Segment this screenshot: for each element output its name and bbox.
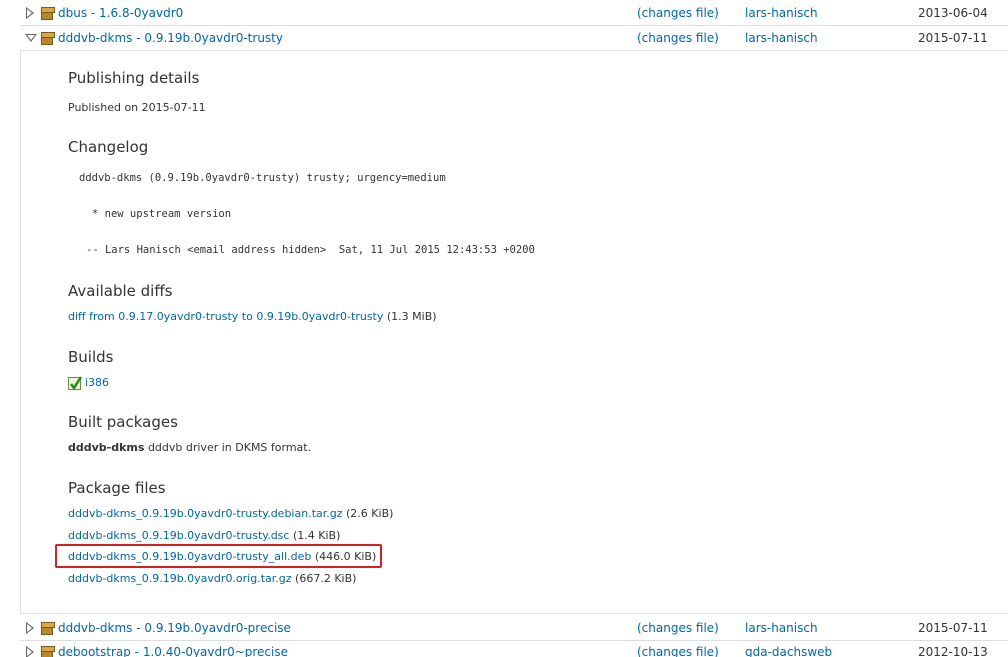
- uploader-link[interactable]: lars-hanisch: [745, 621, 818, 635]
- row-divider: [20, 50, 1008, 51]
- package-icon: [41, 7, 55, 20]
- published-on-text: Published on 2015-07-11: [68, 101, 206, 114]
- package-file-link[interactable]: dddvb-dkms_0.9.19b.0yavdr0-trusty.debian…: [68, 507, 343, 520]
- changes-file-link[interactable]: (changes file): [637, 31, 719, 45]
- detail-left-border: [20, 50, 21, 613]
- changelog-line: -- Lars Hanisch <email address hidden> S…: [86, 244, 535, 256]
- package-name-link[interactable]: debootstrap - 1.0.40-0yavdr0~precise: [58, 645, 288, 657]
- highlight-annotation-box: [55, 544, 382, 568]
- package-icon: [41, 646, 55, 657]
- available-diffs-heading: Available diffs: [68, 282, 173, 300]
- build-arch-link[interactable]: i386: [85, 376, 109, 389]
- package-files-heading: Package files: [68, 479, 166, 497]
- collapse-arrow-icon[interactable]: [25, 34, 37, 42]
- date-text: 2012-10-13: [918, 645, 988, 657]
- package-name-link[interactable]: dbus - 1.6.8-0yavdr0: [58, 6, 183, 20]
- uploader-link[interactable]: lars-hanisch: [745, 6, 818, 20]
- package-icon: [41, 622, 55, 635]
- package-name-link[interactable]: dddvb-dkms - 0.9.19b.0yavdr0-precise: [58, 621, 291, 635]
- package-file-size: (1.4 KiB): [292, 529, 341, 542]
- package-icon: [41, 32, 55, 45]
- built-package-entry: dddvb-dkms dddvb driver in DKMS format.: [68, 441, 311, 454]
- package-name-link[interactable]: dddvb-dkms - 0.9.19b.0yavdr0-trusty: [58, 31, 283, 45]
- built-package-desc: dddvb driver in DKMS format.: [147, 441, 312, 454]
- changes-file-link[interactable]: (changes file): [637, 645, 719, 657]
- package-file-entry: dddvb-dkms_0.9.19b.0yavdr0.orig.tar.gz (…: [68, 572, 356, 585]
- package-row[interactable]: dddvb-dkms - 0.9.19b.0yavdr0-precise (ch…: [0, 616, 1008, 640]
- date-text: 2013-06-04: [918, 6, 988, 20]
- changelog-line: * new upstream version: [92, 208, 232, 220]
- changes-file-link[interactable]: (changes file): [637, 621, 719, 635]
- date-text: 2015-07-11: [918, 621, 988, 635]
- built-packages-heading: Built packages: [68, 413, 178, 431]
- expand-arrow-icon[interactable]: [26, 7, 34, 19]
- package-file-link[interactable]: dddvb-dkms_0.9.19b.0yavdr0-trusty.dsc: [68, 529, 289, 542]
- diff-link[interactable]: diff from 0.9.17.0yavdr0-trusty to 0.9.1…: [68, 310, 383, 323]
- package-file-size: (667.2 KiB): [295, 572, 357, 585]
- build-success-icon: [68, 376, 83, 391]
- expand-arrow-icon[interactable]: [26, 646, 34, 657]
- uploader-link[interactable]: lars-hanisch: [745, 31, 818, 45]
- row-divider: [20, 613, 1008, 614]
- package-row[interactable]: debootstrap - 1.0.40-0yavdr0~precise (ch…: [0, 640, 1008, 657]
- builds-heading: Builds: [68, 348, 114, 366]
- package-row[interactable]: dbus - 1.6.8-0yavdr0 (changes file) lars…: [0, 1, 1008, 25]
- changes-file-link[interactable]: (changes file): [637, 6, 719, 20]
- package-row-expanded[interactable]: dddvb-dkms - 0.9.19b.0yavdr0-trusty (cha…: [0, 26, 1008, 50]
- built-package-name: dddvb-dkms: [68, 441, 145, 454]
- package-file-link[interactable]: dddvb-dkms_0.9.19b.0yavdr0.orig.tar.gz: [68, 572, 292, 585]
- expand-arrow-icon[interactable]: [26, 622, 34, 634]
- uploader-link[interactable]: gda-dachsweb: [745, 645, 832, 657]
- package-file-entry: dddvb-dkms_0.9.19b.0yavdr0-trusty.debian…: [68, 507, 393, 520]
- date-text: 2015-07-11: [918, 31, 988, 45]
- publishing-details-heading: Publishing details: [68, 69, 200, 87]
- diff-entry: diff from 0.9.17.0yavdr0-trusty to 0.9.1…: [68, 310, 437, 323]
- package-file-size: (2.6 KiB): [346, 507, 394, 520]
- changelog-heading: Changelog: [68, 138, 149, 156]
- changelog-line: dddvb-dkms (0.9.19b.0yavdr0-trusty) trus…: [79, 172, 446, 184]
- diff-size: (1.3 MiB): [386, 310, 437, 323]
- package-file-entry: dddvb-dkms_0.9.19b.0yavdr0-trusty.dsc (1…: [68, 529, 340, 542]
